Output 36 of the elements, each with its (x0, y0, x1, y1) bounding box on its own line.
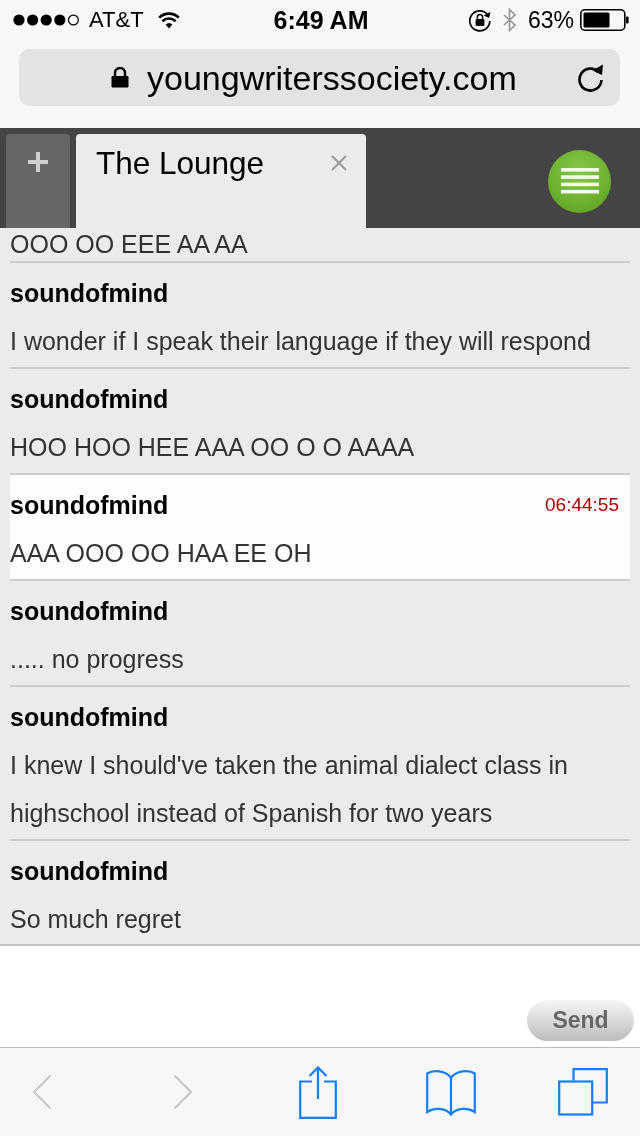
message-text: HOO HOO HEE AAA OO O O AAAA (10, 432, 416, 463)
rotation-lock-icon (467, 8, 492, 32)
url-text: youngwriterssociety.com (147, 57, 517, 98)
message-author: soundofmind (10, 596, 169, 626)
message-text: OOO OO EEE AA AA (10, 229, 249, 260)
menu-icon (560, 168, 599, 194)
signal-strength-icon (13, 14, 80, 26)
new-tab-button[interactable] (6, 134, 70, 228)
message-author: soundofmind (10, 702, 169, 732)
battery-icon (580, 9, 629, 31)
message-text: AAA OOO OO HAA EE OH (10, 538, 313, 569)
send-button[interactable]: Send (527, 1000, 634, 1041)
carrier-name: AT&T (89, 7, 144, 33)
close-icon[interactable] (331, 155, 347, 171)
wifi-icon (156, 11, 181, 29)
battery-percentage: 63% (527, 7, 574, 33)
message-text: I wonder if I speak their language if they will respond (10, 326, 592, 357)
message-author: soundofmind (10, 278, 169, 308)
bluetooth-icon (502, 8, 516, 32)
padlock-icon (111, 67, 129, 88)
message-text: So much regret (10, 904, 182, 935)
chat-tab[interactable]: The Lounge (76, 134, 366, 228)
overlapping-squares-icon[interactable] (558, 1068, 608, 1116)
message-text: ..... no progress (10, 644, 185, 675)
book-icon[interactable] (426, 1068, 476, 1116)
message-input-field[interactable] (0, 946, 640, 1047)
plus-icon (28, 152, 48, 172)
message-text: I knew I should've taken the animal dialect class in highschool instead of Spanish for two years (10, 750, 569, 829)
message-author: soundofmind (10, 384, 169, 414)
share-icon[interactable] (299, 1065, 337, 1119)
message-author: soundofmind (10, 856, 169, 886)
address-bar[interactable]: youngwriterssociety.com (19, 49, 620, 106)
message-timestamp: 06:44:55 (545, 494, 619, 516)
message-author: soundofmind (10, 490, 169, 520)
status-time: 6:49 AM (273, 6, 369, 34)
reload-icon[interactable] (577, 63, 604, 92)
